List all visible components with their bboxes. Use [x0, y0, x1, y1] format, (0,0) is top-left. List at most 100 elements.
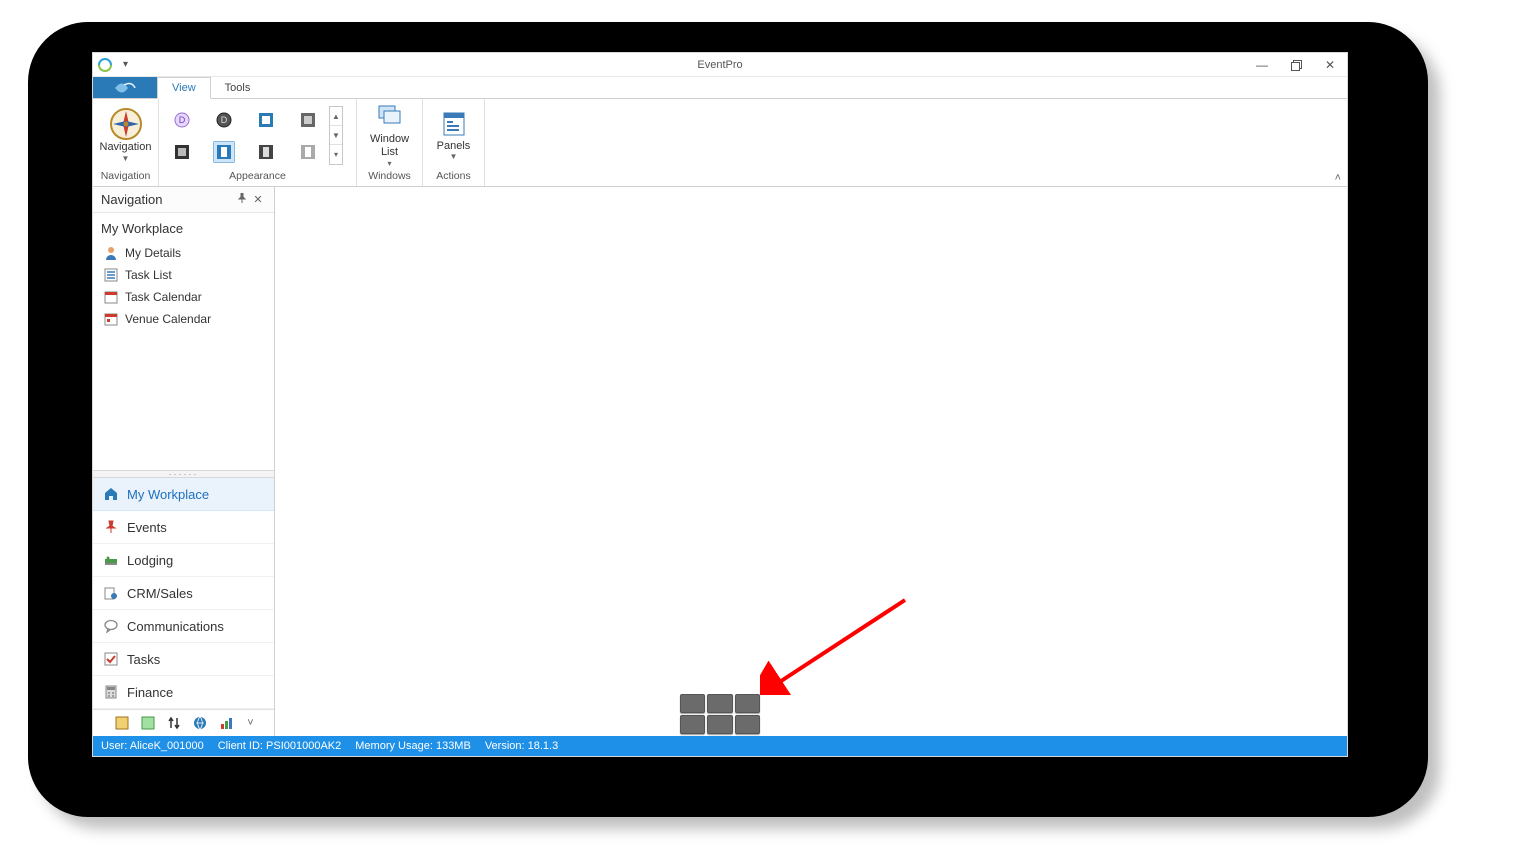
module-label: Lodging [127, 553, 173, 568]
window-list-button[interactable]: Window List ▾ [363, 103, 416, 167]
calendar-icon [103, 311, 119, 327]
title-bar: ▾ EventPro — ✕ [93, 53, 1347, 77]
skin-option-2[interactable]: D [213, 109, 235, 131]
module-lodging[interactable]: Lodging [93, 544, 274, 577]
ribbon-group-label: Actions [429, 170, 478, 186]
navigation-panel-header: Navigation ✕ [93, 187, 274, 213]
calc-icon [103, 684, 119, 700]
chevron-down-icon: ▼ [450, 152, 458, 161]
chevron-down-icon: ▼ [122, 154, 130, 164]
chevron-down-icon: ▾ [387, 159, 391, 168]
bottom-icon-3[interactable] [165, 714, 183, 732]
skin-option-3[interactable] [255, 109, 277, 131]
module-label: Tasks [127, 652, 160, 667]
tree-item-label: Task List [125, 268, 172, 282]
skin-option-5[interactable] [171, 141, 193, 163]
status-bar: User: AliceK_001000 Client ID: PSI001000… [93, 736, 1347, 756]
ribbon-group-navigation: Navigation ▼ Navigation [93, 99, 159, 186]
gallery-scroll-down[interactable]: ▼ [330, 126, 342, 145]
tree-item-task-list[interactable]: Task List [93, 264, 274, 286]
gallery-expand[interactable]: ▾ [330, 145, 342, 164]
pin-icon [237, 193, 247, 203]
windows-icon [376, 103, 404, 131]
ribbon: Navigation ▼ Navigation D D [93, 99, 1347, 187]
panel-splitter[interactable]: ······ [93, 470, 274, 478]
ribbon-group-label: Appearance [165, 170, 350, 186]
compass-icon [109, 107, 143, 141]
tile-cell[interactable] [735, 694, 760, 713]
navigation-button-label: Navigation [100, 141, 152, 154]
module-crm-sales[interactable]: CRM/Sales [93, 577, 274, 610]
file-tab[interactable] [93, 77, 157, 98]
tile-cell[interactable] [707, 694, 732, 713]
window-title: EventPro [697, 59, 742, 71]
navigation-panel-title: Navigation [101, 192, 162, 207]
module-tasks[interactable]: Tasks [93, 643, 274, 676]
module-my-workplace[interactable]: My Workplace [93, 478, 274, 511]
panel-close-button[interactable]: ✕ [250, 193, 266, 206]
skin-option-8[interactable] [297, 141, 319, 163]
panels-label: Panels [437, 140, 471, 153]
navigation-section-title: My Workplace [93, 213, 274, 242]
app-window: ▾ EventPro — ✕ View Tools [92, 52, 1348, 757]
bottom-icon-4[interactable] [191, 714, 209, 732]
ribbon-collapse-button[interactable]: ˄ [1335, 172, 1341, 184]
module-events[interactable]: Events [93, 511, 274, 544]
navigation-panel: Navigation ✕ My Workplace My Details Tas… [93, 187, 275, 736]
window-restore-button[interactable] [1279, 53, 1313, 77]
panels-button[interactable]: Panels ▼ [429, 110, 478, 162]
tile-cell[interactable] [680, 694, 705, 713]
window-close-button[interactable]: ✕ [1313, 53, 1347, 77]
module-label: Communications [127, 619, 224, 634]
svg-text:D: D [179, 115, 186, 125]
skin-option-1[interactable]: D [171, 109, 193, 131]
status-client: Client ID: PSI001000AK2 [218, 740, 342, 752]
calendar-icon [103, 289, 119, 305]
chat-icon [103, 618, 119, 634]
module-finance[interactable]: Finance [93, 676, 274, 709]
panels-icon [440, 110, 468, 138]
skin-option-7[interactable] [255, 141, 277, 163]
ribbon-group-actions: Panels ▼ Actions [423, 99, 485, 186]
tree-item-label: Venue Calendar [125, 312, 211, 326]
bottom-icon-5[interactable] [217, 714, 235, 732]
pin-icon [103, 519, 119, 535]
tree-item-venue-calendar[interactable]: Venue Calendar [93, 308, 274, 330]
navigation-button[interactable]: Navigation ▼ [99, 107, 152, 164]
content-area [275, 187, 1347, 736]
window-minimize-button[interactable]: — [1245, 53, 1279, 77]
tile-selector-widget[interactable] [680, 694, 760, 734]
skin-gallery-scroll[interactable]: ▲ ▼ ▾ [329, 106, 343, 165]
ribbon-tabstrip: View Tools [93, 77, 1347, 99]
home-icon [103, 486, 119, 502]
module-communications[interactable]: Communications [93, 610, 274, 643]
tree-item-label: My Details [125, 246, 181, 260]
tab-tools[interactable]: Tools [211, 77, 266, 98]
tree-item-task-calendar[interactable]: Task Calendar [93, 286, 274, 308]
tree-item-my-details[interactable]: My Details [93, 242, 274, 264]
bottom-icon-2[interactable] [139, 714, 157, 732]
status-user: User: AliceK_001000 [101, 740, 204, 752]
status-memory: Memory Usage: 133MB [355, 740, 471, 752]
module-label: Finance [127, 685, 173, 700]
bottom-icon-1[interactable] [113, 714, 131, 732]
ribbon-group-label: Windows [363, 170, 416, 186]
qat-customize-dropdown[interactable]: ▾ [119, 59, 132, 70]
navigation-bottom-bar: ˅ [93, 709, 274, 736]
tile-cell[interactable] [735, 715, 760, 734]
tree-item-label: Task Calendar [125, 290, 202, 304]
gallery-scroll-up[interactable]: ▲ [330, 107, 342, 126]
navigation-modules: My Workplace Events Lodging CRM/Sales Co… [93, 478, 274, 709]
crm-icon [103, 585, 119, 601]
bottom-expand-chevron[interactable]: ˅ [247, 717, 253, 729]
tile-cell[interactable] [680, 715, 705, 734]
person-icon [103, 245, 119, 261]
skin-option-4[interactable] [297, 109, 319, 131]
panel-pin-button[interactable] [234, 193, 250, 206]
navigation-tree: My Details Task List Task Calendar Venue… [93, 242, 274, 336]
check-icon [103, 651, 119, 667]
tab-view[interactable]: View [157, 77, 211, 99]
tile-cell[interactable] [707, 715, 732, 734]
skin-option-6[interactable] [213, 141, 235, 163]
status-version: Version: 18.1.3 [485, 740, 558, 752]
